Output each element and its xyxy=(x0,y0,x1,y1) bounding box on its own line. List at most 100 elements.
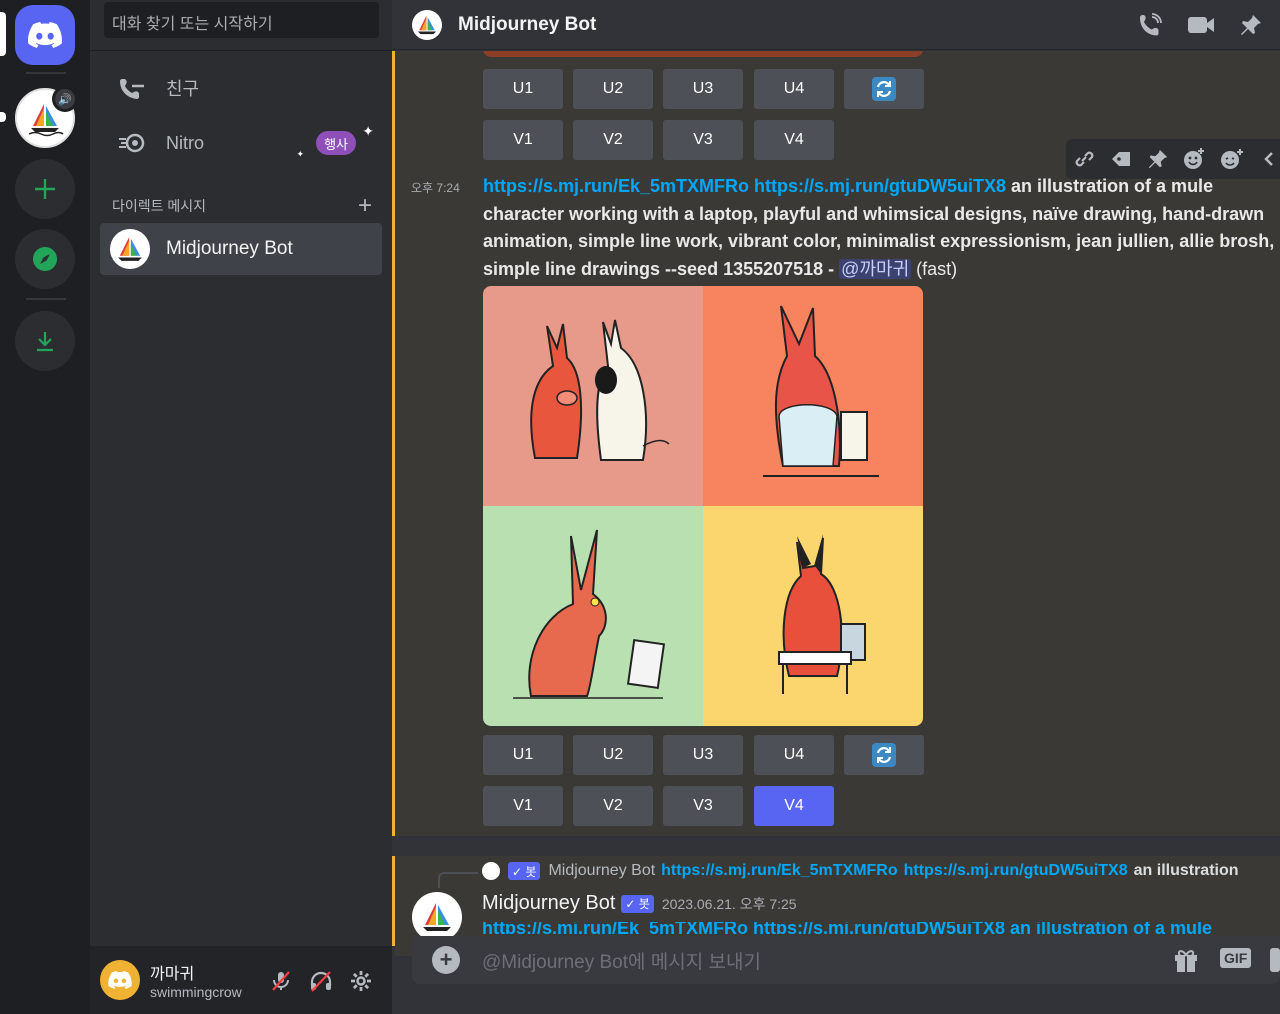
reply-author: Midjourney Bot xyxy=(548,862,656,879)
upscale-2-button[interactable]: U2 xyxy=(573,69,653,109)
dm-sidebar: 대화 찾기 또는 시작하기 친구 Nitro 행사 ✦ ✦ 다이렉트 메시지 + xyxy=(90,0,392,1014)
variation-4-button-selected[interactable]: V4 xyxy=(754,786,834,826)
highlight-bar xyxy=(392,856,395,946)
create-dm-button[interactable]: + xyxy=(358,192,372,220)
variation-4-button[interactable]: V4 xyxy=(754,120,834,160)
rail-divider xyxy=(26,72,66,74)
phone-call-icon xyxy=(1140,13,1162,36)
upscale-3-button[interactable]: U3 xyxy=(663,69,743,109)
refresh-icon xyxy=(872,77,896,101)
message-list[interactable]: U1 U2 U3 U4 V1 V2 V3 V4 오후 7:24 https://… xyxy=(392,51,1280,836)
variation-1-button[interactable]: V1 xyxy=(483,786,563,826)
active-pill xyxy=(0,12,6,56)
link-icon xyxy=(1075,151,1094,167)
avatar[interactable] xyxy=(412,892,462,942)
image-quadrant-2 xyxy=(703,286,923,506)
unread-pill xyxy=(0,112,6,122)
sticker-icon xyxy=(1270,948,1280,972)
mule-pair-illustration xyxy=(530,319,670,461)
plus-icon xyxy=(35,179,55,199)
dm-item-name: Midjourney Bot xyxy=(166,238,293,259)
download-icon xyxy=(37,332,53,352)
user-mention[interactable]: @까마귀 xyxy=(839,258,912,279)
mute-mic-button[interactable] xyxy=(268,968,294,994)
chevron-left-icon xyxy=(1263,152,1273,166)
message-content: https://s.mj.run/Ek_5mTXMFRo https://s.m… xyxy=(483,173,1280,283)
reply-link-1[interactable]: https://s.mj.run/Ek_5mTXMFRo xyxy=(661,862,897,880)
reply-text: an illustration xyxy=(1133,862,1239,879)
pin-icon xyxy=(1241,15,1261,35)
next-message-and-composer: ✓ 봇 Midjourney Bot https://s.mj.run/Ek_5… xyxy=(392,836,1280,1014)
message-link-2[interactable]: https://s.mj.run/gtuDW5uiTX8 xyxy=(754,176,1006,196)
partial-message-content: https://s.mj.run/Ek_5mTXMFRo https://s.m… xyxy=(482,922,1213,934)
image-quadrant-4 xyxy=(703,506,923,726)
nav-friends[interactable]: 친구 xyxy=(102,66,382,110)
user-tag: swimmingcrow xyxy=(150,984,242,1000)
upscale-4-button[interactable]: U4 xyxy=(754,69,834,109)
message-input[interactable]: @Midjourney Bot에 메시지 보내기 xyxy=(482,947,761,974)
video-camera-icon xyxy=(1188,17,1214,33)
rail-divider-2 xyxy=(26,298,66,300)
upscale-1-button[interactable]: U1 xyxy=(483,735,563,775)
headphones-muted-icon xyxy=(310,971,332,992)
author-name[interactable]: Midjourney Bot xyxy=(482,892,615,915)
emoji-add-icon xyxy=(1184,148,1205,169)
reroll-button[interactable] xyxy=(844,69,924,109)
home-button[interactable] xyxy=(15,5,75,65)
chat-header: Midjourney Bot xyxy=(392,0,1280,50)
add-server-button[interactable] xyxy=(15,159,75,219)
bot-tag: ✓ 봇 xyxy=(508,862,541,880)
avatar xyxy=(412,9,442,40)
user-names: 까마귀 swimmingcrow xyxy=(150,960,242,1000)
image-quadrant-1 xyxy=(483,286,703,506)
image-quadrant-3 xyxy=(483,506,703,726)
gif-button[interactable]: GIF xyxy=(1220,948,1252,968)
explore-servers-button[interactable] xyxy=(15,229,75,289)
gift-button[interactable] xyxy=(1172,946,1200,979)
sparkle-small-icon: ✦ xyxy=(296,149,304,159)
voice-call-button[interactable] xyxy=(1136,11,1164,39)
upscale-3-button[interactable]: U3 xyxy=(663,735,743,775)
mic-muted-icon xyxy=(272,971,290,991)
video-call-button[interactable] xyxy=(1187,11,1215,39)
compass-icon xyxy=(33,247,57,271)
dm-header-label: 다이렉트 메시지 xyxy=(112,198,207,214)
pinned-messages-button[interactable] xyxy=(1237,11,1265,39)
message-author-line: Midjourney Bot ✓ 봇 2023.06.21. 오후 7:25 xyxy=(482,892,797,915)
search-input[interactable]: 대화 찾기 또는 시작하기 xyxy=(104,2,379,38)
variation-2-button[interactable]: V2 xyxy=(573,786,653,826)
attach-button[interactable]: + xyxy=(432,946,460,974)
user-panel: 까마귀 swimmingcrow xyxy=(90,946,392,1014)
bot-tag: ✓ 봇 xyxy=(621,894,654,913)
nav-friends-label: 친구 xyxy=(166,79,200,99)
chat-main: Midjourney Bot U1 U2 U3 U4 V1 V2 V3 V4 오… xyxy=(392,0,1280,1014)
nav-nitro-label: Nitro xyxy=(166,132,205,153)
variation-2-button[interactable]: V2 xyxy=(573,120,653,160)
dm-item-midjourney-bot[interactable]: Midjourney Bot xyxy=(100,223,382,275)
gear-icon xyxy=(351,971,371,991)
avatar[interactable] xyxy=(100,960,140,1000)
nav-nitro[interactable]: Nitro 행사 ✦ ✦ xyxy=(102,121,382,165)
friends-icon xyxy=(114,76,150,100)
avatar xyxy=(110,229,150,269)
variation-3-button[interactable]: V3 xyxy=(663,120,743,160)
download-apps-button[interactable] xyxy=(15,311,75,371)
message-link-1[interactable]: https://s.mj.run/Ek_5mTXMFRo xyxy=(483,176,749,196)
variation-3-button[interactable]: V3 xyxy=(663,786,743,826)
reroll-button[interactable] xyxy=(844,735,924,775)
message-composer: + @Midjourney Bot에 메시지 보내기 GIF xyxy=(412,936,1280,984)
sticker-button[interactable] xyxy=(1270,948,1280,977)
avatar xyxy=(482,862,500,880)
upscale-2-button[interactable]: U2 xyxy=(573,735,653,775)
reply-link-2[interactable]: https://s.mj.run/gtuDW5uiTX8 xyxy=(904,862,1128,880)
reply-reference[interactable]: ✓ 봇 Midjourney Bot https://s.mj.run/Ek_5… xyxy=(482,862,1239,880)
upscale-4-button[interactable]: U4 xyxy=(754,735,834,775)
dm-section-header: 다이렉트 메시지 + xyxy=(112,192,372,220)
deafen-button[interactable] xyxy=(308,968,334,994)
message-speed: (fast) xyxy=(911,258,958,279)
upscale-1-button[interactable]: U1 xyxy=(483,69,563,109)
sailboat-icon xyxy=(118,237,142,261)
generated-image-grid[interactable] xyxy=(483,286,923,726)
user-settings-button[interactable] xyxy=(348,968,374,994)
variation-1-button[interactable]: V1 xyxy=(483,120,563,160)
